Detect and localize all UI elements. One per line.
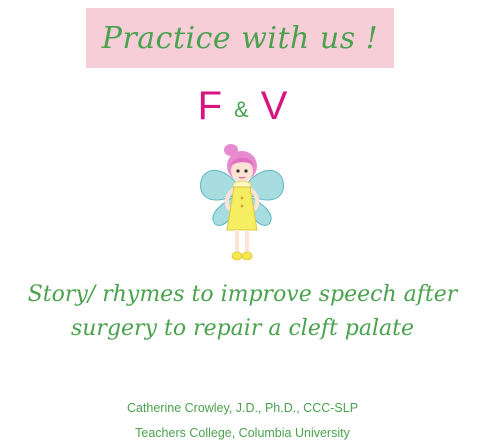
letter-v: V xyxy=(260,84,288,128)
ampersand: & xyxy=(234,97,249,122)
fairy-icon xyxy=(197,140,287,268)
letters-heading: F & V xyxy=(0,84,485,129)
title-banner: Practice with us ! xyxy=(86,8,394,68)
credits: Catherine Crowley, J.D., Ph.D., CCC-SLP … xyxy=(0,396,485,446)
author-name: Catherine Crowley, J.D., Ph.D., CCC-SLP xyxy=(126,401,359,415)
letter-f: F xyxy=(197,84,223,128)
story-line-2: surgery to repair a cleft palate xyxy=(70,316,415,341)
story-description: Story/ rhymes to improve speech after su… xyxy=(0,278,485,346)
story-line-1: Story/ rhymes to improve speech after xyxy=(27,282,458,307)
affiliation: Teachers College, Columbia University xyxy=(135,426,350,440)
page-title: Practice with us ! xyxy=(101,20,379,56)
